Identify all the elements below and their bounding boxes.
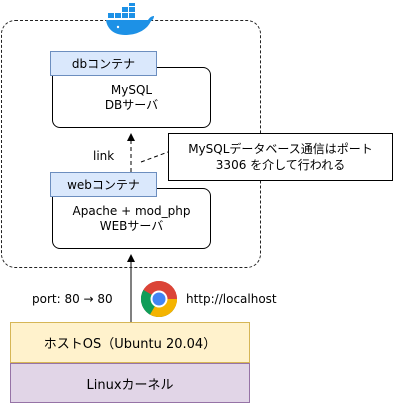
- host-os-layer: ホストOS（Ubuntu 20.04）: [10, 322, 250, 363]
- web-server-label: WEBサーバ: [99, 219, 164, 233]
- docker-architecture-diagram: dbコンテナ MySQL DBサーバ link MySQLデータベース通信はポー…: [0, 0, 401, 404]
- callout-note: MySQLデータベース通信はポート 3306 を介して行われる: [168, 133, 393, 181]
- kernel-layer: Linuxカーネル: [10, 363, 250, 403]
- chrome-icon: [140, 281, 178, 318]
- docker-icon: [106, 3, 154, 35]
- db-container-tab: dbコンテナ: [50, 51, 157, 76]
- kernel-label: Linuxカーネル: [86, 377, 174, 393]
- link-label: link: [93, 149, 115, 163]
- web-container-tab: webコンテナ: [50, 172, 157, 197]
- callout-line-2: 3306 を介して行われる: [215, 158, 346, 172]
- callout-line-1: MySQLデータベース通信はポート: [188, 142, 373, 156]
- db-server-label: DBサーバ: [104, 98, 159, 112]
- host-os-label: ホストOS（Ubuntu 20.04）: [43, 337, 217, 352]
- web-software-label: Apache + mod_php: [72, 204, 191, 218]
- url-label: http://localhost: [186, 292, 277, 306]
- port-label: port: 80 → 80: [32, 292, 113, 306]
- db-software-label: MySQL: [110, 83, 153, 97]
